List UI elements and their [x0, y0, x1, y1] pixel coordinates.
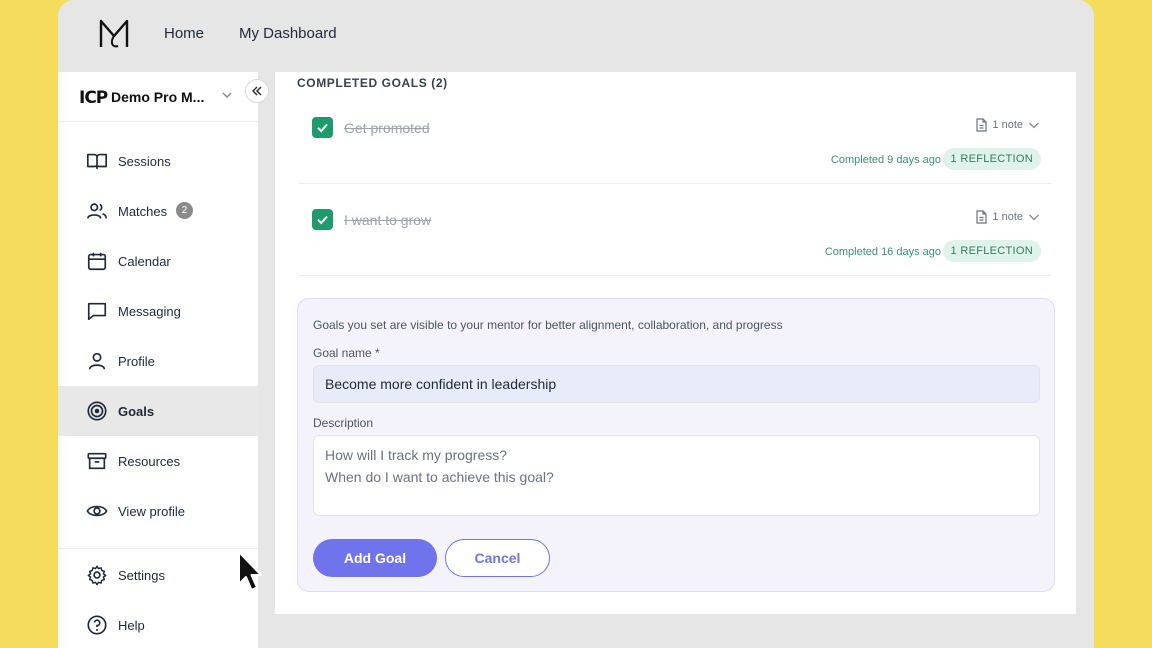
description-label: Description: [313, 416, 374, 430]
calendar-icon: [87, 252, 107, 271]
sidebar-item-resources[interactable]: Resources: [58, 436, 258, 486]
nav-home-link[interactable]: Home: [164, 25, 204, 42]
users-icon: [87, 203, 107, 219]
completed-date: Completed 9 days ago: [830, 154, 941, 166]
book-open-icon: [87, 153, 107, 170]
notes-count: 1 note: [992, 211, 1023, 223]
collapse-sidebar-button[interactable]: [245, 79, 269, 103]
goal-name-label: Goal name *: [313, 346, 380, 360]
document-icon: [976, 210, 988, 224]
top-navbar: Home My Dashboard: [58, 0, 1094, 70]
chevron-down-icon: [1029, 122, 1039, 129]
goal-name-input[interactable]: [313, 365, 1040, 403]
sidebar-item-label: Sessions: [118, 153, 171, 169]
archive-icon: [87, 452, 107, 470]
goal-title: Get promoted: [344, 120, 430, 136]
goal-checkbox[interactable]: [312, 117, 333, 138]
double-chevron-left-icon: [251, 86, 262, 96]
completed-goals-heading: COMPLETED GOALS (2): [297, 76, 448, 90]
sidebar-item-label: View profile: [118, 503, 185, 519]
completed-goal-card: I want to grow 1 note Completed 16 days …: [299, 194, 1051, 276]
m-logo-icon[interactable]: [98, 18, 130, 50]
sidebar-item-label: Goals: [118, 403, 155, 419]
help-circle-icon: [87, 615, 107, 635]
sidebar-item-messaging[interactable]: Messaging: [58, 286, 258, 336]
sidebar-item-help[interactable]: Help: [58, 600, 258, 648]
cancel-button[interactable]: Cancel: [445, 539, 550, 577]
nav-dashboard-link[interactable]: My Dashboard: [239, 25, 337, 42]
check-icon: [317, 123, 328, 133]
app-window: Home My Dashboard ICP Demo Pro M... Sess…: [58, 0, 1094, 648]
sidebar-item-calendar[interactable]: Calendar: [58, 236, 258, 286]
sidebar-item-label: Profile: [118, 353, 155, 369]
message-icon: [87, 302, 107, 321]
matches-count-badge: 2: [176, 202, 193, 219]
sidebar-item-label: Resources: [118, 453, 181, 469]
form-hint-text: Goals you set are visible to your mentor…: [313, 318, 783, 332]
chevron-down-icon: [1029, 214, 1039, 221]
add-goal-button[interactable]: Add Goal: [313, 539, 437, 577]
sidebar-item-label: Settings: [118, 567, 165, 583]
goal-notes-toggle[interactable]: 1 note: [975, 210, 1041, 224]
user-icon: [88, 352, 106, 370]
sidebar-divider: [58, 548, 258, 549]
sidebar-item-profile[interactable]: Profile: [58, 336, 258, 386]
chevron-down-icon: [222, 92, 232, 98]
sidebar-item-label: Help: [118, 617, 145, 633]
sidebar-item-view-profile[interactable]: View profile: [58, 486, 258, 536]
goal-notes-toggle[interactable]: 1 note: [975, 118, 1041, 132]
sidebar-item-sessions[interactable]: Sessions: [58, 136, 258, 186]
sidebar-item-matches[interactable]: Matches 2: [58, 186, 258, 236]
notes-count: 1 note: [992, 119, 1023, 131]
new-goal-form: Goals you set are visible to your mentor…: [297, 298, 1055, 592]
goals-main-panel: COMPLETED GOALS (2) Get promoted 1 note …: [275, 72, 1076, 614]
reflection-badge[interactable]: 1 REFLECTION: [942, 148, 1041, 170]
gear-icon: [87, 565, 107, 586]
goal-title: I want to grow: [344, 212, 432, 228]
sidebar-item-label: Messaging: [118, 303, 181, 319]
sidebar-item-settings[interactable]: Settings: [58, 550, 258, 600]
sidebar-item-goals[interactable]: Goals: [58, 386, 258, 436]
goal-checkbox[interactable]: [312, 209, 333, 230]
completed-date: Completed 16 days ago: [824, 246, 941, 258]
org-name: Demo Pro M...: [111, 89, 205, 105]
sidebar-item-label: Matches: [118, 203, 168, 219]
check-icon: [317, 215, 328, 225]
eye-icon: [86, 505, 108, 517]
reflection-badge[interactable]: 1 REFLECTION: [942, 240, 1041, 262]
mouse-pointer-icon: [238, 551, 262, 591]
org-logo: ICP: [79, 88, 108, 108]
target-icon: [87, 401, 107, 421]
sidebar-item-label: Calendar: [118, 253, 171, 269]
sidebar: ICP Demo Pro M... Sessions Matches 2 Cal…: [58, 72, 258, 648]
org-switcher[interactable]: ICP Demo Pro M...: [58, 72, 258, 122]
description-textarea[interactable]: [313, 435, 1040, 516]
completed-goal-card: Get promoted 1 note Completed 9 days ago…: [299, 102, 1051, 184]
document-icon: [976, 118, 988, 132]
